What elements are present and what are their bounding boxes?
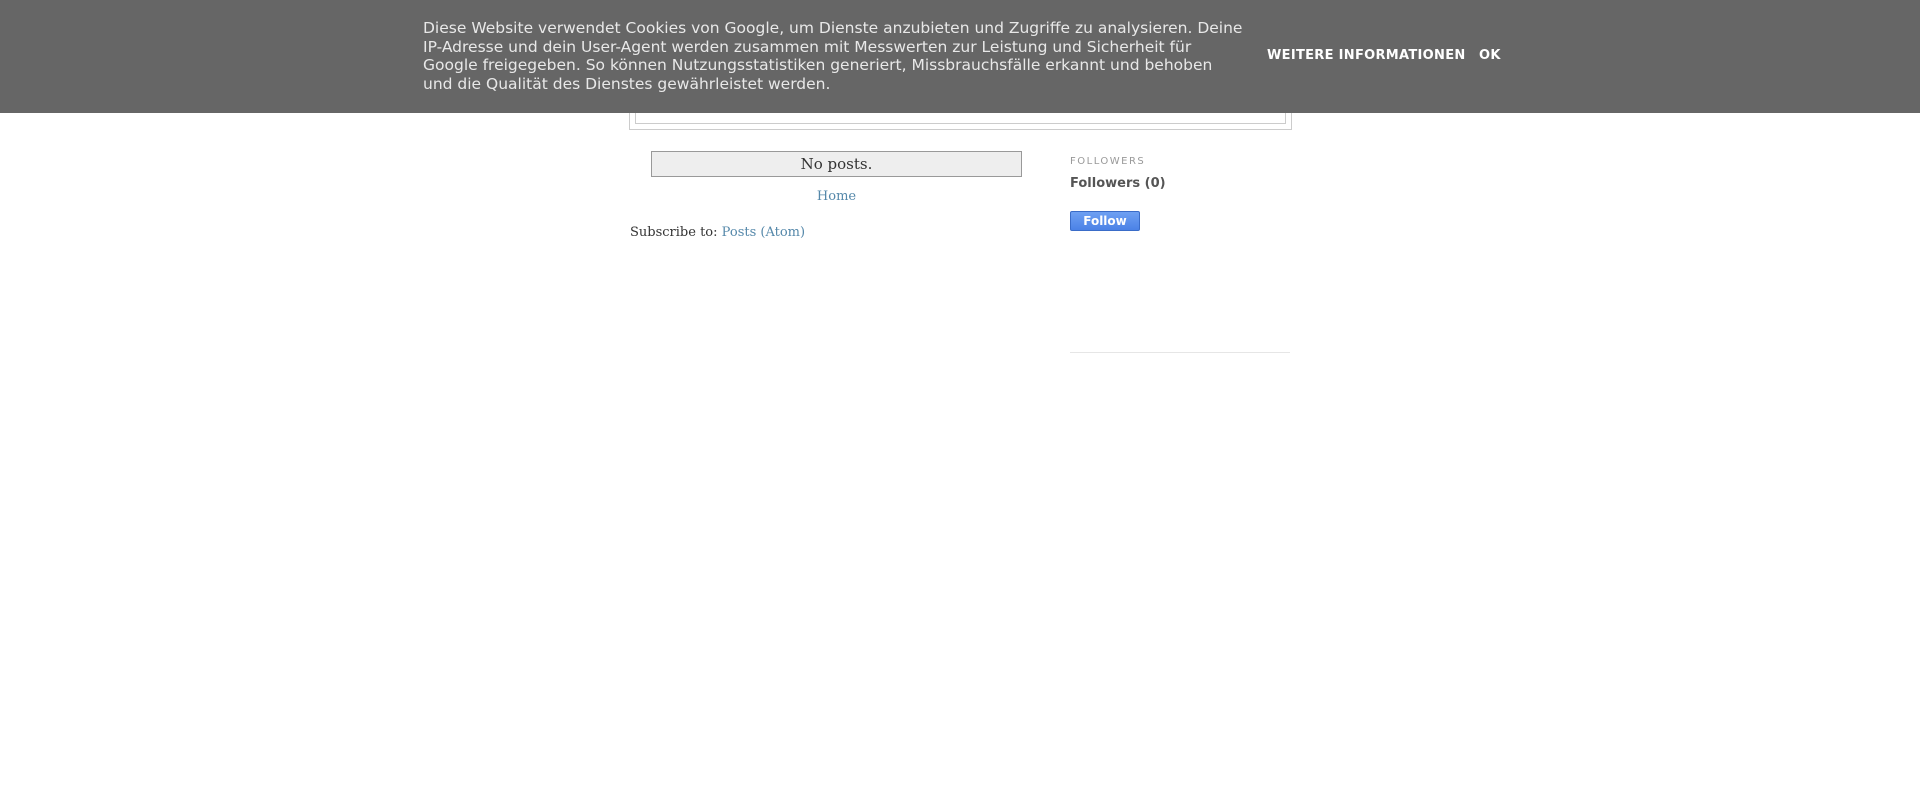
cookie-notice-bar: Diese Website verwendet Cookies von Goog… — [0, 0, 1920, 113]
more-information-link[interactable]: WEITERE INFORMATIONEN — [1267, 48, 1466, 64]
followers-heading: FOLLOWERS — [1070, 156, 1146, 167]
follow-button[interactable]: Follow — [1070, 211, 1140, 231]
home-link[interactable]: Home — [651, 188, 1022, 206]
followers-count: Followers (0) — [1070, 176, 1166, 191]
sidebar-divider — [1070, 352, 1290, 353]
cookie-ok-button[interactable]: OK — [1479, 48, 1501, 64]
no-posts-message: No posts. — [651, 151, 1022, 177]
subscribe-line: Subscribe to: Posts (Atom) — [630, 224, 805, 242]
posts-atom-link[interactable]: Posts (Atom) — [722, 225, 805, 240]
cookie-notice-text: Diese Website verwendet Cookies von Goog… — [423, 19, 1243, 93]
subscribe-prefix: Subscribe to: — [630, 225, 722, 240]
